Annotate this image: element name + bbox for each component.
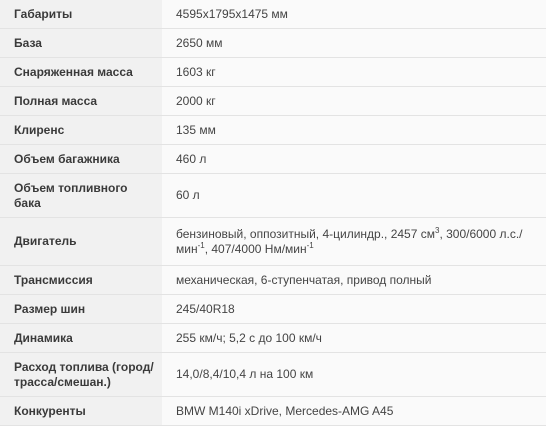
table-row: Объем топливного бака 60 л xyxy=(0,173,546,218)
engine-superscript: -1 xyxy=(197,240,205,250)
spec-label-gross-weight: Полная масса xyxy=(0,86,162,116)
spec-label-dimensions: Габариты xyxy=(0,0,162,29)
table-row: Трансмиссия механическая, 6-ступенчатая,… xyxy=(0,265,546,295)
spec-value-fuel-consumption: 14,0/8,4/10,4 л на 100 км xyxy=(162,352,546,397)
spec-value-trunk-volume: 460 л xyxy=(162,144,546,174)
spec-label-dynamics: Динамика xyxy=(0,323,162,353)
table-row: Полная масса 2000 кг xyxy=(0,86,546,116)
spec-label-wheelbase: База xyxy=(0,28,162,58)
spec-label-competitors: Конкуренты xyxy=(0,396,162,426)
engine-superscript: -1 xyxy=(306,240,314,250)
spec-value-engine: бензиновый, оппозитный, 4-цилиндр., 2457… xyxy=(162,217,546,266)
spec-value-ground-clearance: 135 мм xyxy=(162,115,546,145)
spec-value-transmission: механическая, 6-ступенчатая, привод полн… xyxy=(162,265,546,295)
spec-label-fuel-consumption: Расход топлива (город/трасса/смешан.) xyxy=(0,352,162,397)
spec-value-dynamics: 255 км/ч; 5,2 с до 100 км/ч xyxy=(162,323,546,353)
spec-value-wheelbase: 2650 мм xyxy=(162,28,546,58)
spec-value-dimensions: 4595x1795x1475 мм xyxy=(162,0,546,29)
table-row: Снаряженная масса 1603 кг xyxy=(0,57,546,87)
table-row: База 2650 мм xyxy=(0,28,546,58)
spec-value-gross-weight: 2000 кг xyxy=(162,86,546,116)
table-row: Расход топлива (город/трасса/смешан.) 14… xyxy=(0,352,546,397)
spec-value-fuel-tank: 60 л xyxy=(162,173,546,218)
spec-value-competitors: BMW M140i xDrive, Mercedes-AMG A45 xyxy=(162,396,546,426)
spec-label-fuel-tank: Объем топливного бака xyxy=(0,173,162,218)
table-row: Клиренс 135 мм xyxy=(0,115,546,145)
table-row: Конкуренты BMW M140i xDrive, Mercedes-AM… xyxy=(0,396,546,426)
table-row: Габариты 4595x1795x1475 мм xyxy=(0,0,546,29)
spec-label-engine: Двигатель xyxy=(0,217,162,266)
spec-label-tire-size: Размер шин xyxy=(0,294,162,324)
table-row: Динамика 255 км/ч; 5,2 с до 100 км/ч xyxy=(0,323,546,353)
spec-value-curb-weight: 1603 кг xyxy=(162,57,546,87)
spec-value-tire-size: 245/40R18 xyxy=(162,294,546,324)
table-row: Размер шин 245/40R18 xyxy=(0,294,546,324)
table-row: Объем багажника 460 л xyxy=(0,144,546,174)
table-row: Двигатель бензиновый, оппозитный, 4-цили… xyxy=(0,217,546,266)
spec-label-ground-clearance: Клиренс xyxy=(0,115,162,145)
spec-label-trunk-volume: Объем багажника xyxy=(0,144,162,174)
engine-text-part: бензиновый, оппозитный, 4-цилиндр., 2457… xyxy=(176,226,435,241)
spec-label-transmission: Трансмиссия xyxy=(0,265,162,295)
engine-text-part: , 407/4000 Нм/мин xyxy=(204,241,307,256)
specs-table: Габариты 4595x1795x1475 мм База 2650 мм … xyxy=(0,0,546,426)
spec-label-curb-weight: Снаряженная масса xyxy=(0,57,162,87)
